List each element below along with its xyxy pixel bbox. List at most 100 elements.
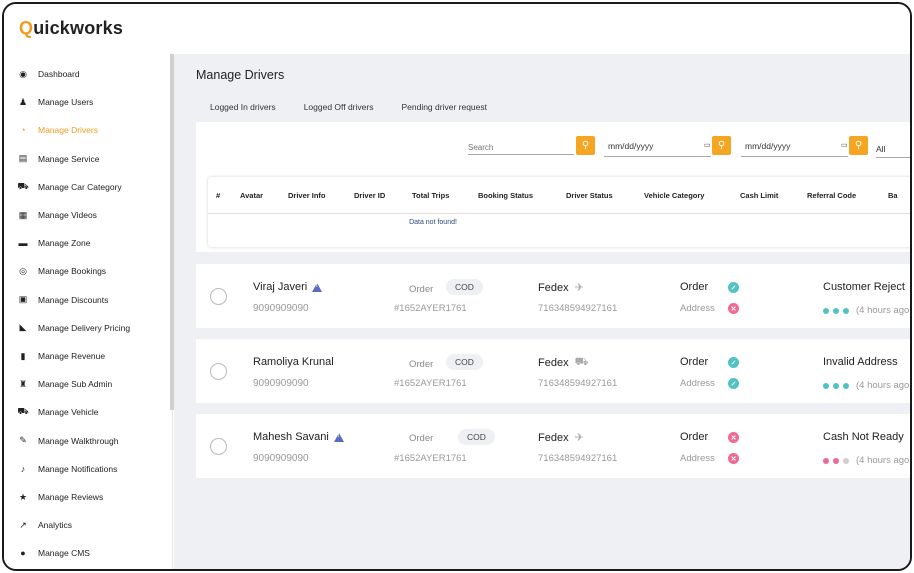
sidebar-item-manage-cms[interactable]: ● Manage CMS [4, 540, 170, 566]
sidebar-item-label: Manage Service [38, 153, 100, 164]
progress-dot [843, 307, 849, 314]
order-status-label: Order [680, 431, 709, 443]
progress-dot [833, 307, 839, 314]
check-icon: ✓ [728, 357, 739, 368]
calendar-icon[interactable]: ▭ [704, 141, 711, 149]
address-status-label: Address [680, 303, 715, 314]
app-logo[interactable]: Quickworks [19, 18, 123, 39]
briefcase-icon: ▬ [18, 238, 28, 249]
sidebar-item-manage-videos[interactable]: ▦ Manage Videos [4, 202, 170, 228]
sidebar-item-manage-bookings[interactable]: ◎ Manage Bookings [4, 258, 170, 284]
search-button[interactable]: ⚲ [576, 136, 595, 155]
warning-icon [312, 282, 323, 292]
check-icon: ✓ [728, 378, 739, 389]
search-input[interactable] [468, 140, 574, 155]
sidebar-item-label: Manage Bookings [38, 266, 107, 277]
tab-logged-off[interactable]: Logged Off drivers [290, 96, 388, 122]
sidebar-item-manage-drivers[interactable]: ◔ Manage Drivers [4, 117, 170, 143]
payment-badge: COD [446, 354, 483, 370]
col-referral-code: Referral Code [807, 191, 857, 200]
date-to-field[interactable]: mm/dd/yyyy [745, 141, 790, 151]
payment-badge: COD [458, 429, 495, 445]
col-ba: Ba [888, 191, 898, 200]
progress-dot [823, 382, 829, 389]
date-from-field[interactable]: mm/dd/yyyy [608, 141, 653, 151]
date-to-search-button[interactable]: ⚲ [849, 136, 868, 155]
table-header: # Avatar Driver Info Driver ID Total Tri… [208, 177, 910, 214]
order-status-label: Order [680, 281, 709, 293]
row-select-radio[interactable] [210, 438, 227, 455]
sidebar-item-manage-zone[interactable]: ▬ Manage Zone [4, 230, 170, 256]
empty-message: Data not found! [409, 219, 457, 226]
carrier: Fedex ✈ [538, 281, 584, 295]
sidebar-item-analytics[interactable]: ↗ Analytics [4, 512, 170, 538]
sidebar: ◉ Dashboard ♟ Manage Users ◔ Manage Drivers ▤ M… [4, 54, 173, 569]
sidebar-item-manage-sub-admin[interactable]: ♜ Manage Sub Admin [4, 371, 170, 397]
status-time: (4 hours ago [856, 380, 910, 391]
address-status-label: Address [680, 378, 715, 389]
sidebar-item-label: Manage Discounts [38, 294, 109, 305]
sidebar-item-label: Manage CMS [38, 548, 90, 559]
bell-icon: ♪ [20, 463, 26, 474]
order-number: #1652AYER1761 [394, 303, 467, 314]
col-cash-limit: Cash Limit [740, 191, 779, 200]
status-progress: (4 hours ago [823, 455, 909, 466]
sidebar-item-manage-notifications[interactable]: ♪ Manage Notifications [4, 456, 170, 482]
progress-dot [823, 457, 829, 464]
search-group: ⚲ [468, 136, 596, 157]
tab-bar: Logged In drivers Logged Off drivers Pen… [196, 96, 501, 124]
col-driver-info: Driver Info [288, 191, 326, 200]
col-booking-status: Booking Status [478, 191, 534, 200]
sidebar-item-manage-car-category[interactable]: ⛟ Manage Car Category [4, 174, 170, 200]
row-select-radio[interactable] [210, 288, 227, 305]
sidebar-item-dashboard[interactable]: ◉ Dashboard [4, 61, 170, 87]
date-from-search-button[interactable]: ⚲ [712, 136, 731, 155]
star-icon: ★ [18, 491, 28, 502]
order-status-label: Order [680, 356, 709, 368]
vehicle-icon: ⛟ [17, 406, 29, 417]
plane-icon: ✈ [574, 282, 584, 294]
sidebar-item-label: Manage Car Category [38, 181, 122, 192]
walkthrough-icon: ✎ [19, 435, 27, 446]
check-icon: ✓ [728, 282, 739, 293]
progress-dot [843, 457, 849, 464]
status-progress: (4 hours ago [823, 380, 909, 391]
sidebar-item-manage-reviews[interactable]: ★ Manage Reviews [4, 484, 170, 510]
row-select-radio[interactable] [210, 363, 227, 380]
sidebar-item-manage-walkthrough[interactable]: ✎ Manage Walkthrough [4, 428, 170, 454]
page-title: Manage Drivers [196, 68, 285, 82]
area-chart-icon: ◣ [19, 322, 27, 333]
status-select[interactable]: All [876, 144, 910, 158]
sidebar-item-label: Manage Zone [38, 238, 91, 249]
driver-name[interactable]: Ramoliya Krunal [253, 356, 334, 368]
sidebar-item-manage-vehicle[interactable]: ⛟ Manage Vehicle [4, 399, 170, 425]
calendar-icon[interactable]: ▭ [841, 141, 848, 149]
driver-name[interactable]: Mahesh Savani [253, 431, 344, 443]
sidebar-item-label: Manage Delivery Pricing [38, 322, 131, 333]
top-bar: Quickworks [4, 4, 910, 54]
col-driver-status: Driver Status [566, 191, 613, 200]
main-content: Manage Drivers Logged In drivers Logged … [174, 54, 910, 569]
sidebar-item-manage-users[interactable]: ♟ Manage Users [4, 89, 170, 115]
sidebar-item-manage-discounts[interactable]: ▣ Manage Discounts [4, 287, 170, 313]
dashboard-icon: ◉ [19, 68, 27, 79]
driver-name-text: Mahesh Savani [253, 431, 329, 443]
tab-pending[interactable]: Pending driver request [387, 96, 501, 122]
bar-chart-icon: ▮ [20, 350, 26, 361]
sidebar-item-label: Manage Revenue [38, 351, 106, 361]
sidebar-item-manage-revenue[interactable]: ▮ Manage Revenue [4, 343, 170, 369]
delivery-status: Cash Not Ready [823, 431, 904, 443]
driver-name-text: Viraj Javeri [253, 281, 308, 293]
sidebar-item-manage-service[interactable]: ▤ Manage Service [4, 146, 170, 172]
driver-phone: 9090909090 [253, 378, 309, 389]
plane-icon: ✈ [574, 432, 584, 444]
sidebar-item-manage-delivery-pricing[interactable]: ◣ Manage Delivery Pricing [4, 315, 170, 341]
logo-text: uickworks [33, 18, 124, 38]
progress-dot [833, 457, 839, 464]
delivery-status: Customer Reject [823, 281, 905, 293]
col-index: # [216, 191, 221, 200]
date-to-group: mm/dd/yyyy ▭ ⚲ [741, 136, 871, 157]
driver-name[interactable]: Viraj Javeri [253, 281, 323, 293]
sidebar-item-label: Manage Vehicle [38, 407, 99, 418]
tab-logged-in[interactable]: Logged In drivers [196, 96, 290, 124]
